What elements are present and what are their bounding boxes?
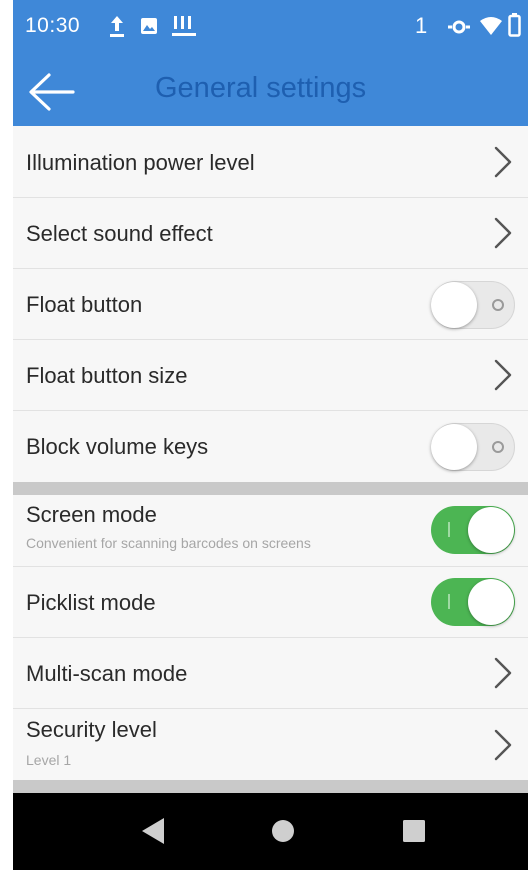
wifi-icon xyxy=(480,17,502,35)
status-time: 10:30 xyxy=(25,14,81,37)
toggle-on-mark xyxy=(448,594,450,609)
chevron-right-icon xyxy=(494,657,512,689)
phone-screen: 10:30 1 General settings Illumination po… xyxy=(13,0,528,870)
setting-float-button-size[interactable]: Float button size xyxy=(13,340,528,411)
status-bar: 10:30 1 xyxy=(13,0,528,56)
toggle-off-mark xyxy=(492,299,504,311)
photo-icon xyxy=(141,18,157,34)
setting-title: Float button xyxy=(26,292,143,317)
setting-title: Multi-scan mode xyxy=(26,661,188,686)
setting-title: Picklist mode xyxy=(26,590,156,615)
setting-title: Screen mode xyxy=(26,502,157,527)
sim-slot-indicator: 1 xyxy=(415,13,428,38)
toggle-on-mark xyxy=(448,522,450,537)
upload-icon xyxy=(110,16,124,37)
picklist-mode-toggle[interactable] xyxy=(431,578,515,626)
chevron-right-icon xyxy=(494,729,512,761)
setting-screen-mode[interactable]: Screen mode Convenient for scanning barc… xyxy=(13,495,528,567)
page-title: General settings xyxy=(155,72,367,104)
nav-back-icon[interactable] xyxy=(140,817,166,845)
setting-multi-scan-mode[interactable]: Multi-scan mode xyxy=(13,638,528,709)
battery-icon xyxy=(508,13,521,37)
setting-title: Block volume keys xyxy=(26,434,209,459)
chevron-right-icon xyxy=(494,217,512,249)
setting-title: Select sound effect xyxy=(26,221,213,246)
setting-title: Security level xyxy=(26,717,157,742)
toggle-knob xyxy=(431,282,477,328)
alert-icon xyxy=(172,16,196,36)
toggle-knob xyxy=(468,507,514,553)
nav-recents-icon[interactable] xyxy=(403,820,425,842)
section-divider xyxy=(13,780,528,794)
setting-title: Illumination power level xyxy=(26,150,255,175)
setting-security-level[interactable]: Security level Level 1 xyxy=(13,709,528,780)
back-button[interactable] xyxy=(23,64,79,120)
data-sync-icon xyxy=(448,20,470,34)
nav-home-icon[interactable] xyxy=(271,819,295,843)
toggle-knob xyxy=(431,424,477,470)
setting-title: Float button size xyxy=(26,363,188,388)
section-divider xyxy=(13,482,528,495)
float-button-toggle[interactable] xyxy=(431,281,515,329)
app-toolbar: General settings xyxy=(13,56,528,126)
setting-subtitle: Level 1 xyxy=(26,752,72,768)
arrow-left-icon xyxy=(29,73,75,111)
screen-mode-toggle[interactable] xyxy=(431,506,515,554)
chevron-right-icon xyxy=(494,359,512,391)
settings-list: Illumination power level Select sound ef… xyxy=(13,126,528,794)
toggle-off-mark xyxy=(492,441,504,453)
block-volume-keys-toggle[interactable] xyxy=(431,423,515,471)
setting-picklist-mode[interactable]: Picklist mode xyxy=(13,567,528,638)
setting-select-sound-effect[interactable]: Select sound effect xyxy=(13,198,528,269)
setting-block-volume-keys[interactable]: Block volume keys xyxy=(13,411,528,482)
setting-float-button[interactable]: Float button xyxy=(13,269,528,340)
toggle-knob xyxy=(468,579,514,625)
setting-illumination-power-level[interactable]: Illumination power level xyxy=(13,126,528,198)
setting-subtitle: Convenient for scanning barcodes on scre… xyxy=(26,535,311,551)
navigation-bar xyxy=(13,793,528,870)
chevron-right-icon xyxy=(494,146,512,178)
